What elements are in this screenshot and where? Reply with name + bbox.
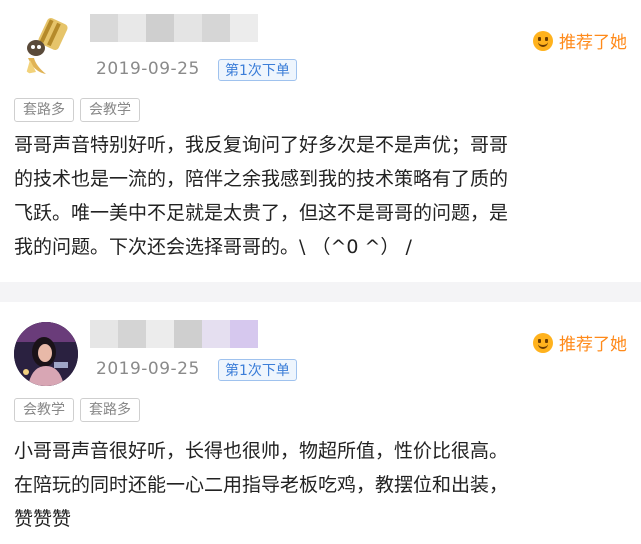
recommend-indicator: 推荐了她: [533, 28, 627, 53]
smiley-face-icon: [533, 30, 553, 51]
review-date: 2019-09-25: [96, 59, 200, 79]
review-date: 2019-09-25: [96, 359, 200, 379]
tag: 会教学: [14, 398, 74, 422]
blurred-username: [90, 14, 258, 42]
user-photo-avatar-image: [14, 322, 78, 386]
review-text-line: 在陪玩的同时还能一心二用指导老板吃鸡，教摆位和出装，: [14, 474, 509, 496]
review-text-line: 飞跃。唯一美中不足就是太贵了，但这不是哥哥的问题，是: [14, 202, 509, 224]
cartoon-avatar-image: [14, 14, 78, 78]
tag-list: 会教学 套路多: [14, 398, 140, 422]
smiley-face-icon: [533, 332, 553, 353]
review-text-line: 小哥哥声音很好听，长得也很帅，物超所值，性价比很高。: [14, 440, 509, 462]
avatar[interactable]: [14, 322, 78, 386]
tag: 套路多: [80, 398, 140, 422]
review-text-line: 我的问题。下次还会选择哥哥的。\ （^0 ^） /: [14, 236, 412, 258]
recommend-label: 推荐了她: [559, 335, 627, 355]
review-text-line: 的技术也是一流的，陪伴之余我感到我的技术策略有了质的: [14, 168, 509, 190]
tag: 会教学: [80, 98, 140, 122]
review-card: 推荐了她 2019-09-25 第1次下单 会教学 套路多 小哥哥声音很好听，长…: [0, 302, 641, 544]
review-card: 推荐了她 2019-09-25 第1次下单 套路多 会教学 哥哥声音特别好听，我…: [0, 0, 641, 282]
blurred-username: [90, 320, 258, 348]
recommend-label: 推荐了她: [559, 33, 627, 53]
review-text-line: 哥哥声音特别好听，我反复询问了好多次是不是声优；哥哥: [14, 134, 509, 156]
order-count-badge: 第1次下单: [218, 359, 297, 381]
recommend-indicator: 推荐了她: [533, 330, 627, 355]
tag-list: 套路多 会教学: [14, 98, 140, 122]
review-text: 小哥哥声音很好听，长得也很帅，物超所值，性价比很高。 在陪玩的同时还能一心二用指…: [14, 434, 630, 536]
tag: 套路多: [14, 98, 74, 122]
review-text-line: 赞赞赞: [14, 508, 72, 530]
review-text: 哥哥声音特别好听，我反复询问了好多次是不是声优；哥哥 的技术也是一流的，陪伴之余…: [14, 128, 630, 264]
section-divider: [0, 282, 641, 302]
order-count-badge: 第1次下单: [218, 59, 297, 81]
avatar[interactable]: [14, 14, 78, 78]
